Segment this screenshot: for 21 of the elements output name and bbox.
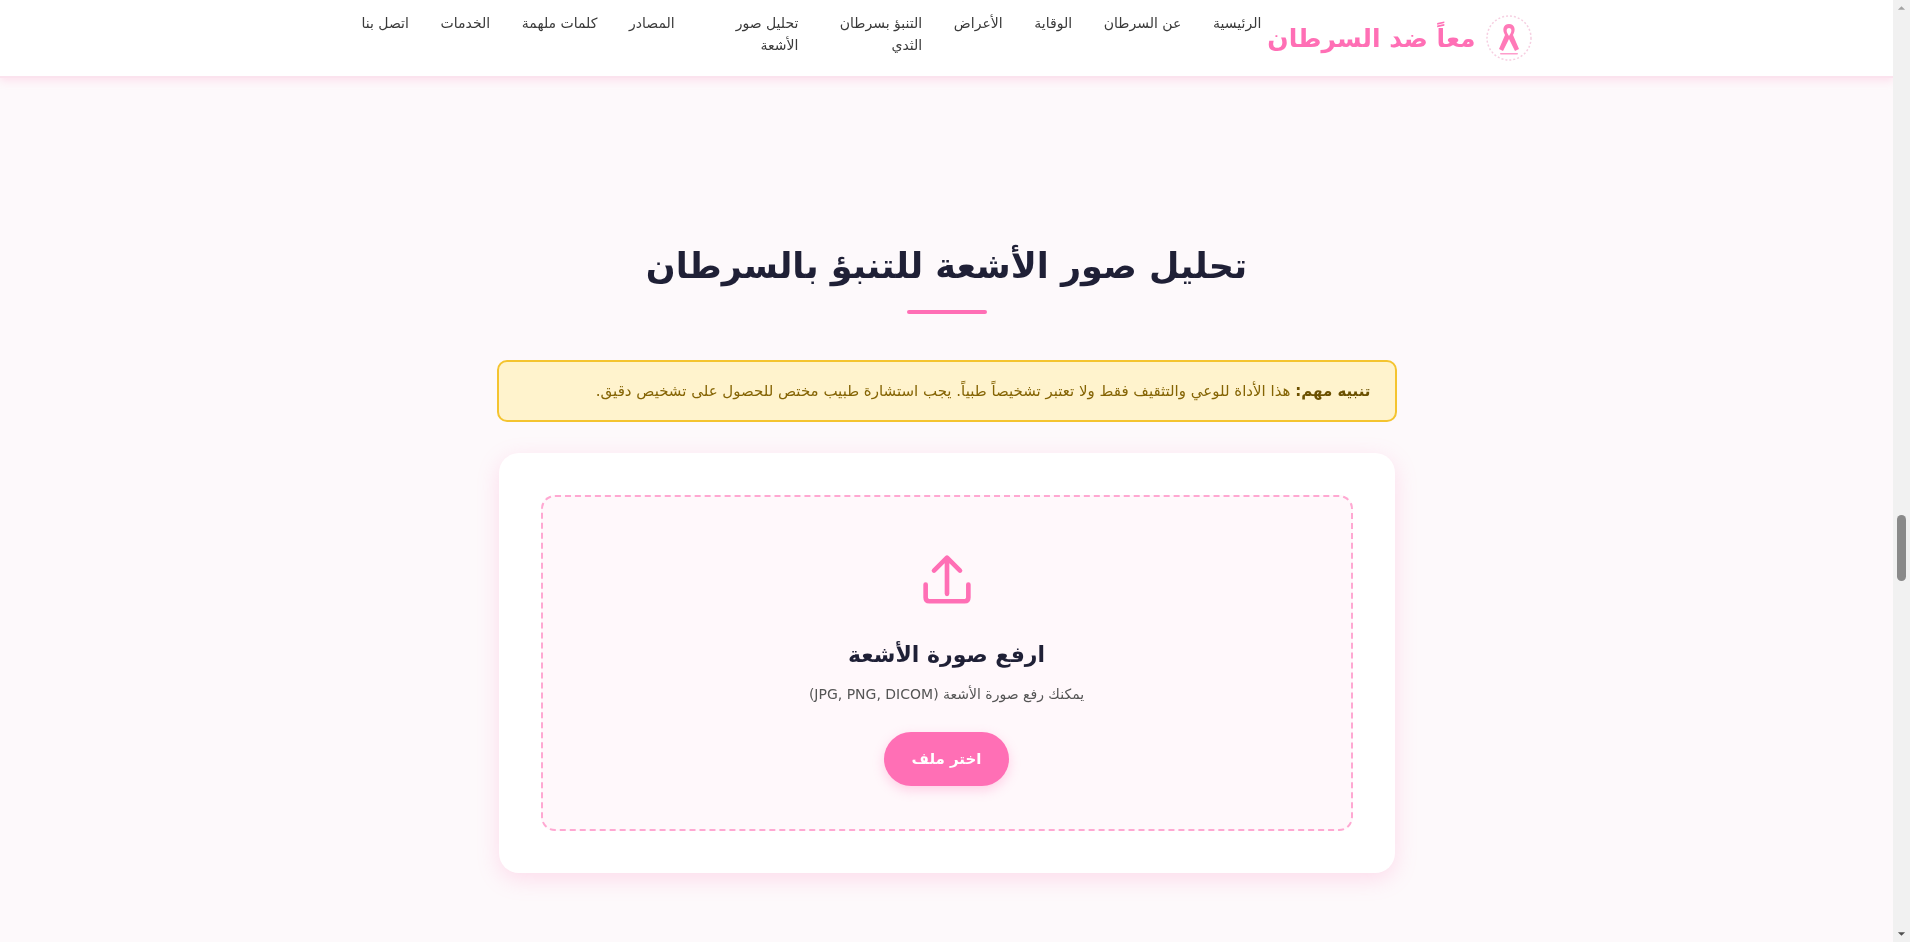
nav-link[interactable]: كلمات ملهمة <box>521 13 598 35</box>
upload-heading: ارفع صورة الأشعة <box>848 640 1045 670</box>
warning-notice: تنبيه مهم: هذا الأداة للوعي والتثقيف فقط ولا تعتبر تشخيصاً طبياً. يجب استشارة طبيب مختص للحصول على تشخيص دقيق. <box>496 359 1397 422</box>
ribbon-logo-icon[interactable] <box>1485 15 1532 61</box>
nav-link[interactable]: الرئيسية <box>1213 13 1262 35</box>
nav-link[interactable]: الأعراض <box>953 13 1003 35</box>
file-drop-zone[interactable]: ارفع صورة الأشعة يمكنك رفع صورة الأشعة (JPG, PNG, DICOM) اختر ملف <box>540 494 1353 831</box>
nav-link[interactable]: عن السرطان <box>1103 13 1182 35</box>
nav-link[interactable]: اتصل بنا <box>361 13 409 35</box>
nav-link[interactable]: تحليل صور الأشعة <box>706 13 799 57</box>
section-title: تحليل صور الأشعة للتنبؤ بالسرطان <box>645 244 1248 289</box>
upload-hint: يمكنك رفع صورة الأشعة (JPG, PNG, DICOM) <box>808 686 1085 703</box>
nav-link[interactable]: التنبؤ بسرطان الثدي <box>830 13 923 57</box>
upload-icon <box>920 552 973 605</box>
nav-link[interactable]: الوقاية <box>1034 13 1073 35</box>
nav-link[interactable]: المصادر <box>629 13 675 35</box>
scrollbar[interactable] <box>1893 0 1910 942</box>
nav-link[interactable]: الخدمات <box>440 13 491 35</box>
scroll-down-icon[interactable] <box>1897 931 1906 937</box>
scroll-up-icon[interactable] <box>1897 5 1906 11</box>
scrollbar-thumb[interactable] <box>1897 515 1906 581</box>
